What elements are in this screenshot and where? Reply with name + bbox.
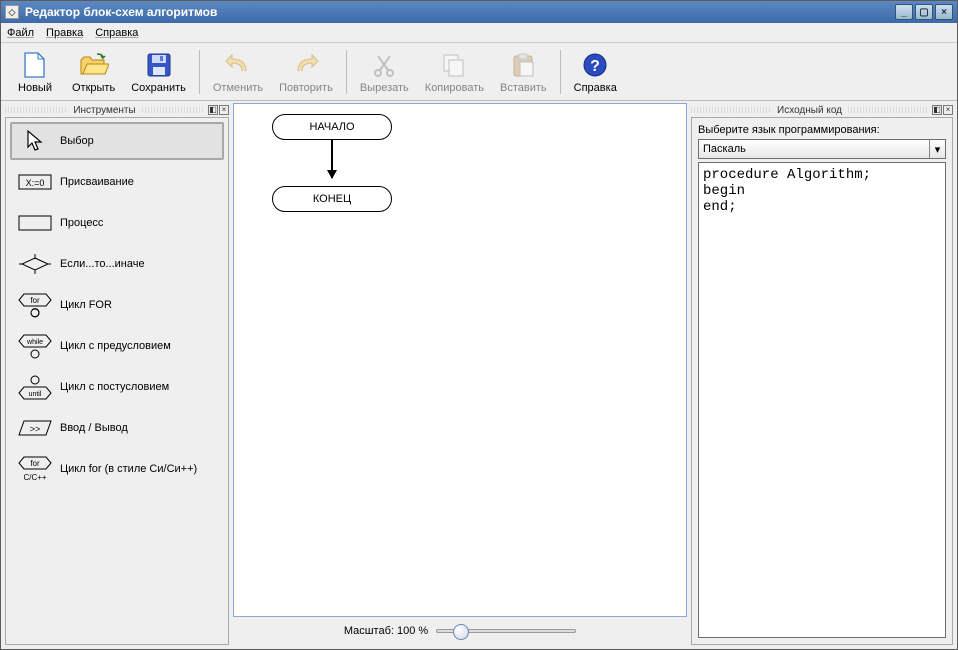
app-icon: ◇ xyxy=(5,5,19,19)
flow-node-start[interactable]: НАЧАЛО xyxy=(272,114,392,140)
decision-icon xyxy=(18,254,52,274)
toolbar: Новый Открыть Сохранить Отменить Повтори… xyxy=(1,43,957,101)
save-disk-icon xyxy=(144,50,174,80)
language-selected: Паскаль xyxy=(703,143,746,155)
menu-help[interactable]: Справка xyxy=(95,27,138,39)
tool-until[interactable]: until Цикл с постусловием xyxy=(10,368,224,406)
open-button[interactable]: Открыть xyxy=(65,46,122,98)
zoom-label: Масштаб: 100 % xyxy=(344,625,428,637)
flow-connector xyxy=(331,140,333,178)
tool-assign[interactable]: X:=0 Присваивание xyxy=(10,163,224,201)
tools-panel: Инструменты ◧ × Выбор X:=0 Присваивание xyxy=(5,103,229,645)
flowchart-canvas[interactable]: НАЧАЛО КОНЕЦ xyxy=(233,103,687,617)
copy-button[interactable]: Копировать xyxy=(418,46,491,98)
language-select[interactable]: Паскаль ▾ xyxy=(698,139,946,159)
process-icon xyxy=(18,213,52,233)
cut-button[interactable]: Вырезать xyxy=(353,46,416,98)
svg-text:>>: >> xyxy=(30,424,41,434)
help-button[interactable]: ? Справка xyxy=(567,46,624,98)
toolbar-separator xyxy=(199,50,200,94)
save-button[interactable]: Сохранить xyxy=(124,46,193,98)
open-label: Открыть xyxy=(72,82,115,94)
undo-button[interactable]: Отменить xyxy=(206,46,270,98)
svg-text:for: for xyxy=(30,296,40,305)
close-button[interactable]: × xyxy=(935,4,953,20)
cut-label: Вырезать xyxy=(360,82,409,94)
assign-icon: X:=0 xyxy=(18,172,52,192)
language-label: Выберите язык программирования: xyxy=(698,124,946,136)
copy-icon xyxy=(439,50,469,80)
redo-icon xyxy=(291,50,321,80)
undo-icon xyxy=(223,50,253,80)
toolbar-separator xyxy=(346,50,347,94)
redo-button[interactable]: Повторить xyxy=(272,46,340,98)
new-file-icon xyxy=(20,50,50,80)
tool-for-cstyle[interactable]: forC/C++ Цикл for (в стиле Си/Си++) xyxy=(10,450,224,488)
svg-text:until: until xyxy=(29,391,42,398)
tools-panel-title: Инструменты xyxy=(67,105,141,116)
panel-close-button[interactable]: × xyxy=(943,105,953,115)
until-loop-icon: until xyxy=(18,377,52,397)
svg-text:for: for xyxy=(30,459,40,468)
io-icon: >> xyxy=(18,418,52,438)
undo-label: Отменить xyxy=(213,82,263,94)
minimize-button[interactable]: _ xyxy=(895,4,913,20)
tools-list: Выбор X:=0 Присваивание Процесс Если...т… xyxy=(5,117,229,645)
tool-io[interactable]: >> Ввод / Вывод xyxy=(10,409,224,447)
for-loop-icon: for xyxy=(18,295,52,315)
scissors-icon xyxy=(369,50,399,80)
tool-for[interactable]: for Цикл FOR xyxy=(10,286,224,324)
menu-edit[interactable]: Правка xyxy=(46,27,83,39)
panel-float-button[interactable]: ◧ xyxy=(932,105,942,115)
panel-close-button[interactable]: × xyxy=(219,105,229,115)
flow-node-end[interactable]: КОНЕЦ xyxy=(272,186,392,212)
tool-process[interactable]: Процесс xyxy=(10,204,224,242)
title-bar: ◇ Редактор блок-схем алгоритмов _ ▢ × xyxy=(1,1,957,23)
new-button[interactable]: Новый xyxy=(7,46,63,98)
maximize-button[interactable]: ▢ xyxy=(915,4,933,20)
zoom-bar: Масштаб: 100 % xyxy=(233,617,687,645)
tool-ifelse[interactable]: Если...то...иначе xyxy=(10,245,224,283)
open-folder-icon xyxy=(79,50,109,80)
toolbar-separator xyxy=(560,50,561,94)
save-label: Сохранить xyxy=(131,82,186,94)
svg-text:X:=0: X:=0 xyxy=(26,178,45,188)
source-code-view[interactable]: procedure Algorithm; begin end; xyxy=(698,162,946,638)
window-title: Редактор блок-схем алгоритмов xyxy=(25,5,895,19)
paste-button[interactable]: Вставить xyxy=(493,46,554,98)
menu-file[interactable]: Файл xyxy=(7,27,34,39)
paste-label: Вставить xyxy=(500,82,547,94)
code-panel: Исходный код ◧ × Выберите язык программи… xyxy=(691,103,953,645)
copy-label: Копировать xyxy=(425,82,484,94)
code-panel-header: Исходный код ◧ × xyxy=(691,103,953,117)
tool-select[interactable]: Выбор xyxy=(10,122,224,160)
svg-text:while: while xyxy=(26,339,43,346)
zoom-slider-thumb[interactable] xyxy=(453,624,469,640)
zoom-slider[interactable] xyxy=(436,629,576,633)
menu-bar: Файл Правка Справка xyxy=(1,23,957,43)
main-content: Инструменты ◧ × Выбор X:=0 Присваивание xyxy=(1,101,957,649)
paste-icon xyxy=(508,50,538,80)
code-panel-title: Исходный код xyxy=(771,105,848,116)
help-icon: ? xyxy=(580,50,610,80)
while-loop-icon: while xyxy=(18,336,52,356)
svg-text:C/C++: C/C++ xyxy=(23,473,46,482)
canvas-panel: НАЧАЛО КОНЕЦ Масштаб: 100 % xyxy=(233,103,687,645)
help-label: Справка xyxy=(574,82,617,94)
chevron-down-icon: ▾ xyxy=(929,140,945,158)
tool-while[interactable]: while Цикл с предусловием xyxy=(10,327,224,365)
for-c-icon: for C/C++ xyxy=(18,459,52,479)
panel-float-button[interactable]: ◧ xyxy=(208,105,218,115)
redo-label: Повторить xyxy=(279,82,333,94)
svg-text:?: ? xyxy=(590,58,600,75)
tools-panel-header: Инструменты ◧ × xyxy=(5,103,229,117)
cursor-icon xyxy=(18,131,52,151)
new-label: Новый xyxy=(18,82,52,94)
